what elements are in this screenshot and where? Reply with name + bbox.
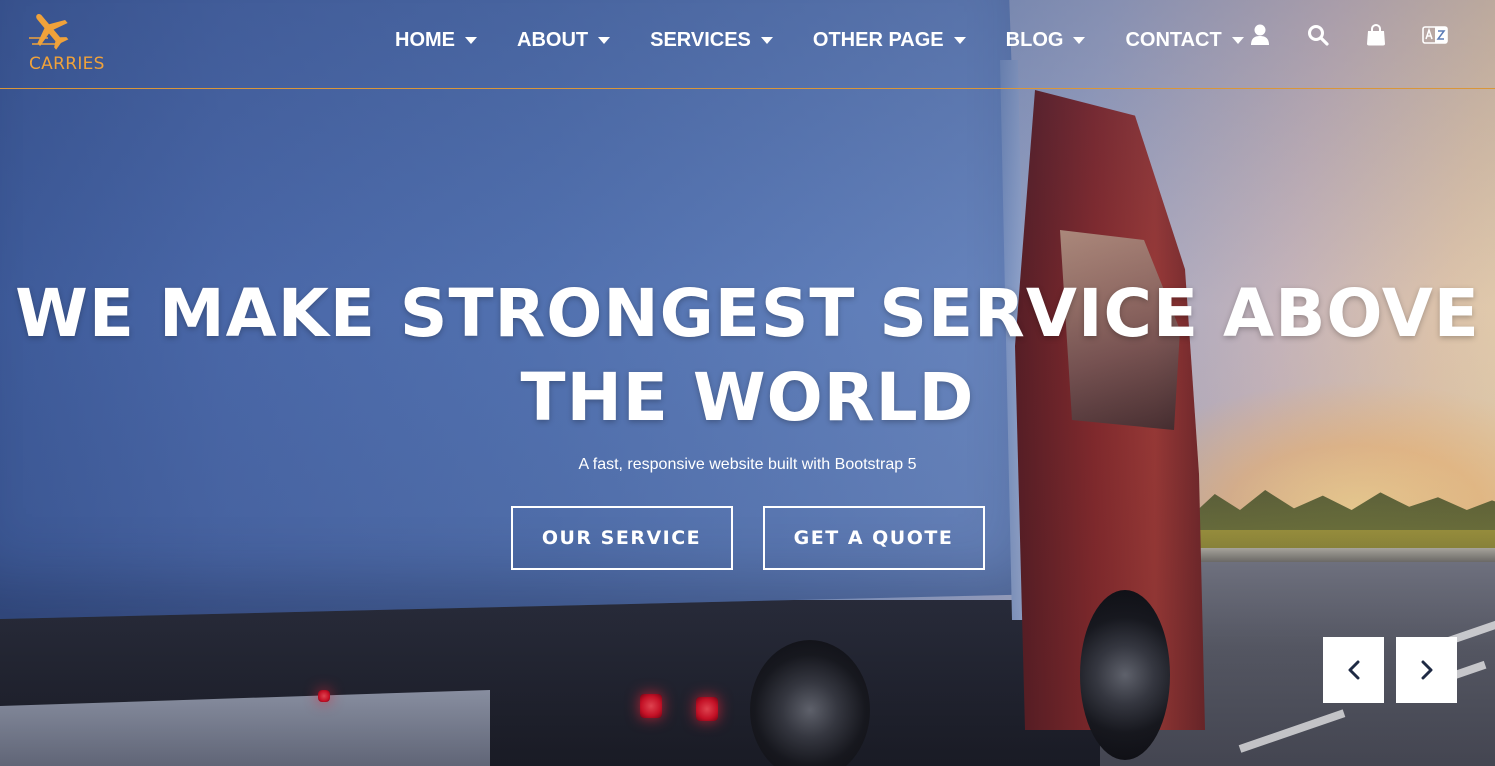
brand-logo[interactable]: CARRIES <box>28 8 118 74</box>
navbar: CARRIES HOME ABOUT SERVICES OTHER PAGE B… <box>0 0 1495 89</box>
hero-content: WE MAKE STRONGEST SERVICE ABOVE THE WORL… <box>0 272 1495 570</box>
nav-other-page[interactable]: OTHER PAGE <box>813 29 966 52</box>
brand-name: CARRIES <box>29 54 105 74</box>
main-menu: HOME ABOUT SERVICES OTHER PAGE BLOG CONT… <box>395 29 1284 52</box>
hero-subtitle: A fast, responsive website built with Bo… <box>578 456 917 473</box>
our-service-button[interactable]: OUR SERVICE <box>510 506 733 570</box>
nav-services[interactable]: SERVICES <box>650 29 773 52</box>
get-a-quote-button[interactable]: GET A QUOTE <box>762 506 985 570</box>
nav-about-label: ABOUT <box>517 29 589 51</box>
nav-blog[interactable]: BLOG <box>1006 29 1086 52</box>
nav-blog-label: BLOG <box>1005 29 1064 51</box>
caret-down-icon <box>598 37 611 44</box>
caret-down-icon <box>1073 37 1086 44</box>
carousel-next-button[interactable] <box>1396 637 1457 703</box>
search-icon[interactable] <box>1306 22 1330 48</box>
nav-home[interactable]: HOME <box>395 29 477 52</box>
nav-icons <box>1248 22 1482 48</box>
chevron-left-icon <box>1348 660 1359 680</box>
language-icon[interactable] <box>1422 22 1448 48</box>
hero-title-line1: WE MAKE STRONGEST SERVICE ABOVE <box>15 275 1480 352</box>
user-icon[interactable] <box>1248 22 1272 48</box>
caret-down-icon <box>465 37 477 44</box>
nav-home-label: HOME <box>395 29 455 51</box>
nav-about[interactable]: ABOUT <box>517 29 611 52</box>
hero-title: WE MAKE STRONGEST SERVICE ABOVE THE WORL… <box>0 272 1495 440</box>
shopping-bag-icon[interactable] <box>1364 22 1388 48</box>
nav-contact[interactable]: CONTACT <box>1125 29 1244 52</box>
airplane-icon <box>29 14 69 50</box>
hero-buttons: OUR SERVICE GET A QUOTE <box>0 506 1495 570</box>
nav-other-page-label: OTHER PAGE <box>812 29 944 51</box>
nav-contact-label: CONTACT <box>1125 29 1222 51</box>
chevron-right-icon <box>1421 660 1432 680</box>
carousel-prev-button[interactable] <box>1323 637 1384 703</box>
caret-down-icon <box>953 37 966 44</box>
nav-services-label: SERVICES <box>650 29 751 51</box>
caret-down-icon <box>1231 37 1244 44</box>
hero-title-line2: THE WORLD <box>520 359 975 436</box>
hero-section: CARRIES HOME ABOUT SERVICES OTHER PAGE B… <box>0 0 1495 766</box>
caret-down-icon <box>760 37 773 44</box>
